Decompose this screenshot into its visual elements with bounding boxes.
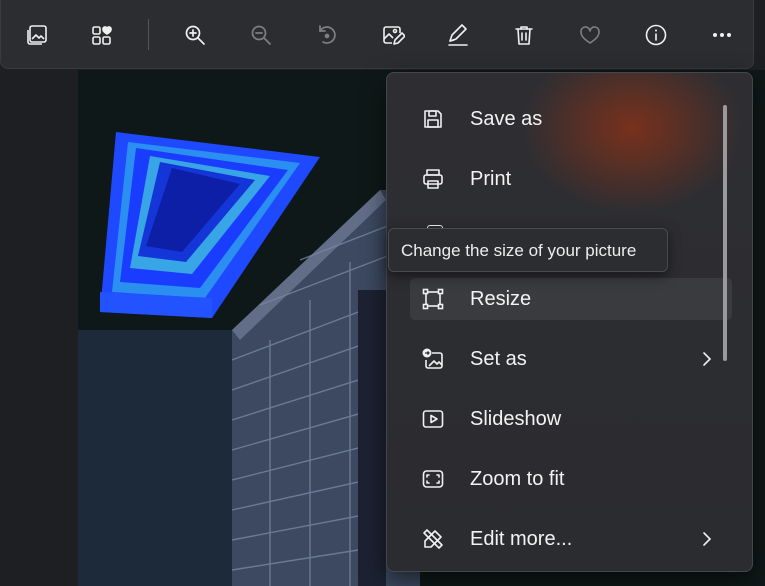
info-icon[interactable] [638, 17, 674, 53]
menu-item-label: Print [470, 168, 512, 190]
print-icon [423, 169, 443, 189]
tooltip-text: Change the size of your picture [401, 241, 637, 260]
chevron-right-icon [703, 352, 712, 366]
menu-item-zoom-to-fit[interactable]: Zoom to fit [410, 458, 732, 500]
delete-icon[interactable] [506, 17, 542, 53]
favorite-heart-icon[interactable] [572, 17, 608, 53]
save-icon [424, 110, 442, 128]
menu-item-label: Resize [470, 288, 532, 310]
more-options-icon[interactable] [704, 17, 740, 53]
more-options-menu: Save as Print Resize Set as Slideshow Zo… [386, 72, 753, 572]
resize-icon [422, 288, 444, 310]
edit-image-icon[interactable] [375, 17, 411, 53]
zoom-in-icon[interactable] [177, 17, 213, 53]
chevron-right-icon [703, 532, 712, 546]
menu-item-resize[interactable]: Resize [410, 278, 732, 320]
add-to-favorites-collection-icon[interactable] [84, 17, 120, 53]
menu-item-slideshow[interactable]: Slideshow [410, 398, 732, 440]
menu-item-edit-more[interactable]: Edit more... [410, 518, 732, 560]
toolbar-separator [148, 19, 149, 50]
menu-scrollbar[interactable] [723, 105, 727, 361]
menu-item-label: Edit more... [470, 528, 573, 550]
slideshow-icon [422, 410, 444, 428]
menu-item-label: Slideshow [470, 408, 562, 430]
photo-left-wall [78, 330, 232, 586]
menu-item-label: Set as [470, 348, 527, 370]
rotate-icon[interactable] [309, 17, 345, 53]
menu-item-label: Zoom to fit [470, 468, 565, 490]
menu-item-save-as[interactable]: Save as [410, 98, 732, 140]
resize-tooltip: Change the size of your picture [388, 228, 668, 272]
zoom-to-fit-icon [422, 470, 444, 488]
gallery-icon[interactable] [19, 17, 55, 53]
menu-item-label: Save as [470, 108, 543, 130]
zoom-out-icon[interactable] [243, 17, 279, 53]
set-as-icon [422, 348, 443, 369]
top-toolbar [0, 0, 754, 69]
menu-item-print[interactable]: Print [410, 158, 732, 200]
draw-icon[interactable] [440, 17, 476, 53]
menu-item-set-as[interactable]: Set as [410, 338, 732, 380]
edit-more-icon [423, 529, 443, 549]
